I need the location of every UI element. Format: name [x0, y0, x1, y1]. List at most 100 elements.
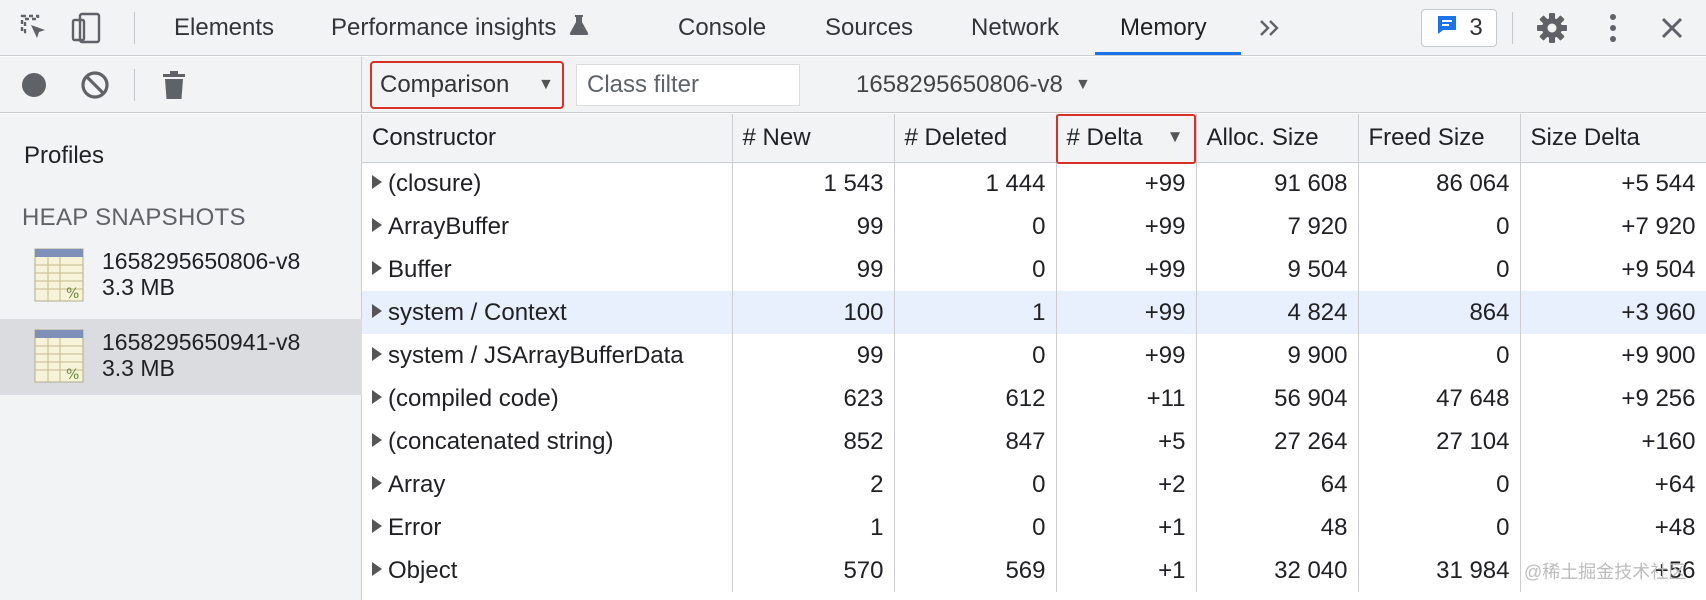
constructor-cell: Array: [362, 463, 733, 506]
table-row[interactable]: Object 570 569 +1 32 040 31 984 +56: [362, 549, 1706, 592]
cell-new: 852: [732, 420, 895, 463]
constructor-name: system / Context: [388, 298, 567, 326]
table-row[interactable]: Buffer 99 0 +99 9 504 0 +9 504: [362, 248, 1706, 291]
tab-memory[interactable]: Memory: [1120, 0, 1207, 56]
cell-new: 570: [732, 549, 895, 592]
heap-snapshot-icon: %: [34, 329, 84, 388]
inspect-element-icon[interactable]: [16, 10, 52, 46]
cell-alloc: 56 904: [1196, 377, 1359, 420]
toolbar-divider: [1512, 12, 1513, 44]
clear-icon[interactable]: [77, 67, 113, 103]
expand-triangle-icon[interactable]: [372, 390, 382, 405]
view-mode-select[interactable]: Comparison ▼: [370, 61, 564, 109]
cell-delta: +99: [1056, 291, 1197, 334]
expand-triangle-icon[interactable]: [372, 218, 382, 233]
cell-freed: 0: [1358, 205, 1521, 248]
expand-triangle-icon[interactable]: [372, 476, 382, 491]
active-tab-indicator: [1095, 52, 1241, 55]
expand-triangle-icon[interactable]: [372, 261, 382, 276]
expand-triangle-icon[interactable]: [372, 562, 382, 577]
cell-new: 99: [732, 248, 895, 291]
table-row[interactable]: (concatenated string) 852 847 +5 27 264 27 10…: [362, 420, 1706, 463]
toolbar-divider: [134, 69, 135, 101]
cell-alloc: 27 264: [1196, 420, 1359, 463]
cell-freed: 31 984: [1358, 549, 1521, 592]
cell-size-delta: +9 504: [1520, 248, 1706, 291]
expand-triangle-icon[interactable]: [372, 347, 382, 362]
table-row[interactable]: ArrayBuffer 99 0 +99 7 920 0 +7 920: [362, 205, 1706, 248]
devtools-tab-bar: Elements Performance insights Console So…: [0, 0, 1706, 56]
expand-triangle-icon[interactable]: [372, 433, 382, 448]
table-row[interactable]: (compiled code) 623 612 +11 56 904 47 648 +9 2…: [362, 377, 1706, 420]
cell-size-delta: +5 544: [1520, 162, 1706, 205]
sort-descending-icon: ▼: [1166, 127, 1184, 146]
cell-alloc: 9 504: [1196, 248, 1359, 291]
cell-alloc: 32 040: [1196, 549, 1359, 592]
cell-freed: 47 648: [1358, 377, 1521, 420]
expand-triangle-icon[interactable]: [372, 304, 382, 319]
cell-deleted: 0: [894, 463, 1057, 506]
constructor-name: (concatenated string): [388, 427, 614, 455]
column-header-deleted[interactable]: # Deleted: [894, 114, 1057, 163]
column-header-label: # Delta: [1066, 123, 1143, 151]
column-header-new[interactable]: # New: [732, 114, 895, 163]
cell-size-delta: +160: [1520, 420, 1706, 463]
more-tabs-icon[interactable]: [1252, 10, 1288, 46]
tab-sources[interactable]: Sources: [825, 0, 913, 56]
base-snapshot-select[interactable]: 1658295650806-v8 ▼: [856, 61, 1093, 109]
cell-alloc: 9 900: [1196, 334, 1359, 377]
column-header-freed-size[interactable]: Freed Size: [1358, 114, 1521, 163]
tab-network[interactable]: Network: [971, 0, 1059, 56]
watermark: @稀土掘金技术社区: [1524, 562, 1687, 582]
expand-triangle-icon[interactable]: [372, 519, 382, 534]
cell-alloc: 91 608: [1196, 162, 1359, 205]
cell-freed: 0: [1358, 334, 1521, 377]
snapshot-name: 1658295650941-v8: [102, 329, 301, 355]
cell-new: 100: [732, 291, 895, 334]
cell-delta: +2: [1056, 463, 1197, 506]
cell-freed: 27 104: [1358, 420, 1521, 463]
cell-deleted: 0: [894, 205, 1057, 248]
constructor-cell: (concatenated string): [362, 420, 733, 463]
cell-deleted: 0: [894, 506, 1057, 549]
cell-new: 623: [732, 377, 895, 420]
cell-size-delta: +48: [1520, 506, 1706, 549]
table-row[interactable]: Error 1 0 +1 48 0 +48: [362, 506, 1706, 549]
cell-delta: +99: [1056, 162, 1197, 205]
close-icon[interactable]: [1654, 10, 1690, 46]
profiles-sidebar: Profiles HEAP SNAPSHOTS % 1658295650806-…: [0, 114, 362, 600]
column-header-alloc-size[interactable]: Alloc. Size: [1196, 114, 1359, 163]
snapshot-item-selected[interactable]: % 1658295650941-v8 3.3 MB: [0, 319, 362, 395]
tab-console[interactable]: Console: [678, 0, 766, 56]
cell-size-delta: +9 900: [1520, 334, 1706, 377]
table-row[interactable]: system / Context 100 1 +99 4 824 864 +3 960: [362, 291, 1706, 334]
cell-alloc: 7 920: [1196, 205, 1359, 248]
issues-button[interactable]: 3: [1421, 9, 1497, 47]
kebab-menu-icon[interactable]: [1595, 10, 1631, 46]
column-header-delta[interactable]: # Delta ▼: [1056, 114, 1197, 163]
column-header-size-delta[interactable]: Size Delta: [1520, 114, 1706, 163]
table-row[interactable]: Array 2 0 +2 64 0 +64: [362, 463, 1706, 506]
expand-triangle-icon[interactable]: [372, 175, 382, 190]
class-filter-input[interactable]: [576, 64, 800, 106]
table-row[interactable]: system / JSArrayBufferData 99 0 +99 9 900 0 +9…: [362, 334, 1706, 377]
tab-performance-insights[interactable]: Performance insights: [331, 0, 589, 56]
snapshot-item[interactable]: % 1658295650806-v8 3.3 MB: [0, 238, 362, 314]
constructor-name: ArrayBuffer: [388, 212, 509, 240]
device-toolbar-icon[interactable]: [68, 10, 104, 46]
trash-icon[interactable]: [156, 67, 192, 103]
gear-icon[interactable]: [1534, 10, 1570, 46]
cell-deleted: 612: [894, 377, 1057, 420]
cell-size-delta: +9 256: [1520, 377, 1706, 420]
constructor-name: Error: [388, 513, 442, 541]
tab-elements[interactable]: Elements: [174, 0, 274, 56]
table-row[interactable]: (closure) 1 543 1 444 +99 91 608 86 064 +5 544: [362, 162, 1706, 205]
constructor-name: Array: [388, 470, 446, 498]
record-icon[interactable]: [16, 67, 52, 103]
cell-deleted: 1: [894, 291, 1057, 334]
constructor-cell: Buffer: [362, 248, 733, 291]
issues-count: 3: [1469, 14, 1483, 41]
cell-delta: +11: [1056, 377, 1197, 420]
column-header-constructor[interactable]: Constructor: [362, 114, 733, 163]
constructor-cell: Object: [362, 549, 733, 592]
